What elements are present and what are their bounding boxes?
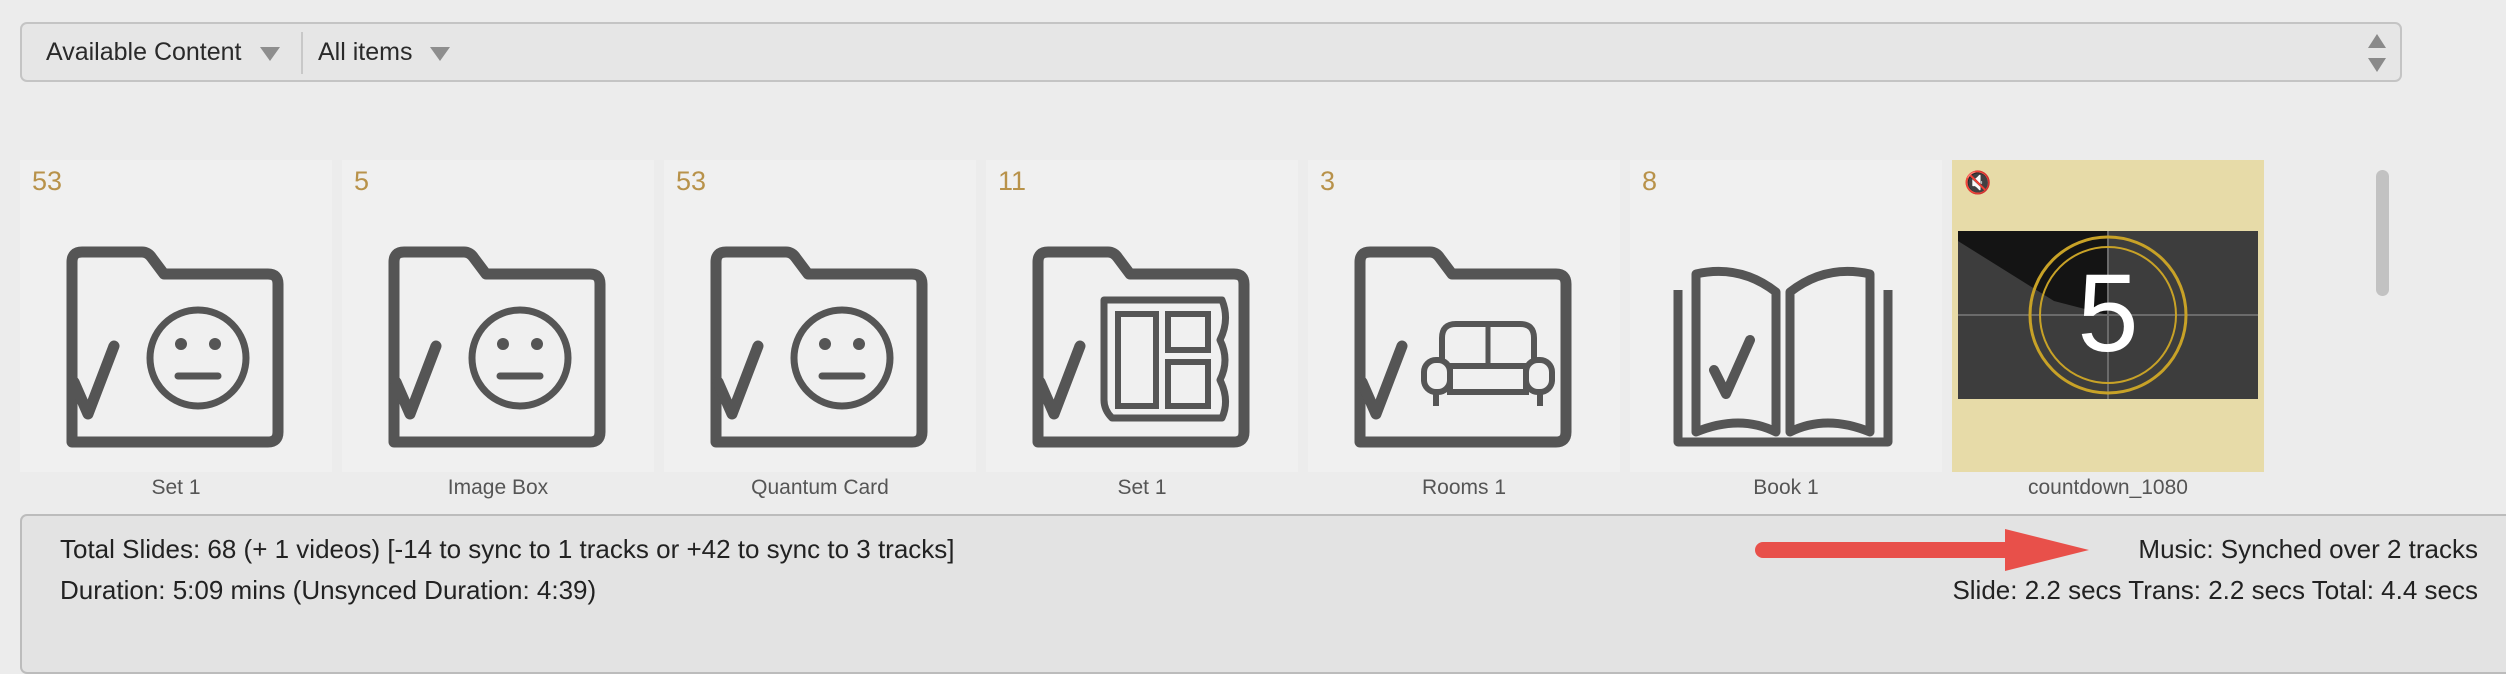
item-label: Image Box: [447, 476, 549, 499]
content-grid: 53 Set 1 5 Image Box 53 Quantum Card 11 …: [20, 160, 2360, 505]
source-dropdown[interactable]: Available Content: [46, 24, 280, 80]
source-dropdown-label: Available Content: [46, 37, 242, 66]
duration-text: Duration: 5:09 mins (Unsynced Duration: …: [60, 575, 597, 605]
stepper-up-icon[interactable]: [2368, 34, 2386, 48]
folder-face-icon: [388, 246, 606, 448]
item-label: countdown_1080: [2028, 476, 2188, 499]
content-tile[interactable]: 53 Set 1: [20, 160, 332, 505]
item-count: 11: [998, 166, 1027, 196]
countdown-number: 5: [2077, 252, 2138, 375]
item-count: 8: [1642, 166, 1658, 196]
item-label: Rooms 1: [1421, 476, 1507, 499]
timing-text: Slide: 2.2 secs Trans: 2.2 secs Total: 4…: [1952, 575, 2478, 605]
countdown-leader: 5: [1958, 231, 2258, 399]
filter-dropdown[interactable]: All items: [318, 24, 451, 80]
item-count: 53: [676, 166, 707, 196]
tile-thumbnail[interactable]: 11: [986, 160, 1298, 472]
annotation-arrow-icon: [1755, 529, 2089, 571]
total-slides-text: Total Slides: 68 (+ 1 videos) [-14 to sy…: [60, 534, 955, 564]
stepper-control[interactable]: [2364, 30, 2390, 74]
item-count: 53: [32, 166, 63, 196]
stepper-down-icon[interactable]: [2368, 58, 2386, 72]
item-label: Set 1: [151, 476, 201, 499]
content-tile[interactable]: 53 Quantum Card: [664, 160, 976, 505]
vertical-scrollbar[interactable]: [2376, 170, 2389, 296]
tile-thumbnail[interactable]: 3: [1308, 160, 1620, 472]
tile-thumbnail[interactable]: 8: [1630, 160, 1942, 472]
chevron-down-icon: [259, 46, 280, 61]
content-tile[interactable]: 8 Book 1: [1630, 160, 1942, 505]
folder-face-icon: [710, 246, 928, 448]
content-tile[interactable]: 3 Rooms 1: [1308, 160, 1620, 505]
item-label: Book 1: [1753, 476, 1819, 499]
video-thumbnail: 5: [1958, 231, 2258, 399]
muted-speaker-icon: 🔇: [1964, 170, 1992, 195]
content-tile-selected[interactable]: 🔇 5 countdown_1080: [1952, 160, 2264, 505]
folder-sofa-icon: [1354, 246, 1572, 448]
status-panel: Total Slides: 68 (+ 1 videos) [-14 to sy…: [20, 514, 2506, 674]
music-sync-text: Music: Synched over 2 tracks: [2138, 534, 2478, 564]
tile-thumbnail[interactable]: 🔇 5: [1952, 160, 2264, 472]
chevron-down-icon: [430, 46, 451, 61]
content-filter-bar: Available Content All items: [20, 22, 2402, 82]
tile-thumbnail[interactable]: 53: [664, 160, 976, 472]
tile-thumbnail[interactable]: 53: [20, 160, 332, 472]
open-book-icon: [1673, 266, 1893, 447]
content-tile[interactable]: 11 Set 1: [986, 160, 1298, 505]
item-label: Set 1: [1117, 476, 1167, 499]
item-count: 5: [354, 166, 370, 196]
item-label: Quantum Card: [751, 476, 889, 499]
item-count: 3: [1320, 166, 1336, 196]
folder-collage-icon: [1032, 246, 1250, 448]
tile-thumbnail[interactable]: 5: [342, 160, 654, 472]
toolbar-divider: [301, 32, 303, 74]
folder-face-icon: [66, 246, 284, 448]
content-tile[interactable]: 5 Image Box: [342, 160, 654, 505]
filter-dropdown-label: All items: [318, 37, 413, 66]
